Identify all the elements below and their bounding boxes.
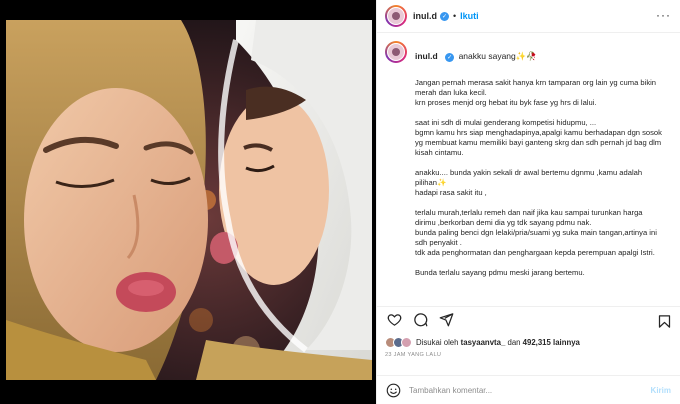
- caption-headline: anakku sayang✨🥀: [458, 51, 537, 61]
- caption-avatar[interactable]: [385, 41, 407, 63]
- likes-prefix: Disukai oleh: [416, 337, 459, 347]
- caption-text: Jangan pernah merasa sakit hanya krn tam…: [415, 78, 662, 277]
- likes-joiner: dan: [507, 337, 521, 347]
- comment-icon[interactable]: [411, 311, 429, 329]
- post-header: inul.d ✓ • Ikuti ···: [377, 0, 680, 33]
- likes-row: Disukai oleh tasyaanvta_ dan 492,315 lai…: [385, 335, 580, 349]
- comment-bar: Kirim: [377, 375, 680, 404]
- profile-avatar[interactable]: [385, 5, 407, 27]
- verified-badge-icon: ✓: [445, 53, 455, 62]
- comment-input[interactable]: [409, 385, 629, 395]
- verified-badge-icon: ✓: [440, 11, 449, 21]
- likes-suffix[interactable]: lainnya: [553, 338, 580, 347]
- bookmark-icon[interactable]: [655, 312, 673, 330]
- action-bar: [377, 306, 680, 332]
- follow-button[interactable]: Ikuti: [460, 11, 479, 21]
- liker-username[interactable]: tasyaanvta_: [461, 338, 506, 347]
- post-detail-pane: inul.d ✓ • Ikuti ··· inul.d ✓ anakku say…: [376, 0, 680, 404]
- heart-icon[interactable]: [385, 311, 403, 329]
- likes-count[interactable]: 492,315: [523, 338, 551, 347]
- photo-illustration: [6, 20, 372, 380]
- media-pane: [0, 0, 376, 404]
- post-comment-button[interactable]: Kirim: [651, 386, 671, 395]
- likes-summary[interactable]: Disukai oleh tasyaanvta_ dan 492,315 lai…: [416, 338, 580, 347]
- liker-avatar[interactable]: [401, 336, 412, 348]
- more-icon[interactable]: ···: [656, 9, 671, 21]
- header-username[interactable]: inul.d: [413, 11, 437, 21]
- separator-dot: •: [453, 11, 457, 21]
- post-photo[interactable]: [6, 20, 372, 380]
- caption-section: inul.d ✓ anakku sayang✨🥀 Jangan pernah m…: [377, 33, 680, 305]
- caption-username[interactable]: inul.d: [415, 51, 438, 61]
- post-timestamp[interactable]: 23 JAM YANG LALU: [385, 352, 441, 358]
- share-icon[interactable]: [437, 311, 455, 329]
- smiley-icon[interactable]: [385, 382, 401, 398]
